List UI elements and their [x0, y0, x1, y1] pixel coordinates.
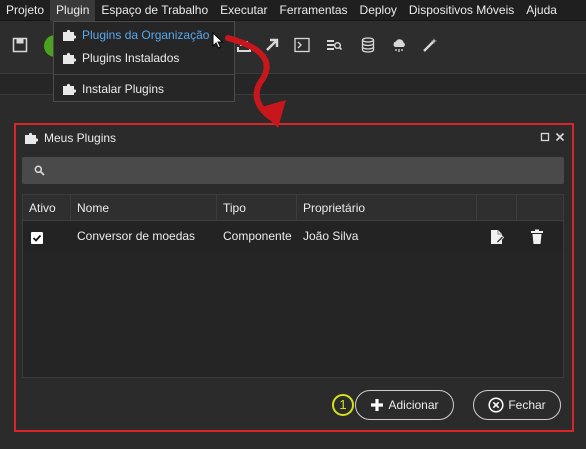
checkmark-icon [32, 234, 42, 242]
cell-tipo: Componente [223, 229, 292, 243]
menu-separator [54, 74, 234, 75]
column-header-delete [517, 195, 563, 221]
add-button[interactable]: Adicionar [355, 390, 454, 420]
menu-item-label: Plugins Instalados [82, 51, 180, 65]
cell-nome: Conversor de moedas [77, 229, 196, 243]
menu-ferramentas[interactable]: Ferramentas [274, 0, 354, 21]
mouse-cursor-icon [212, 32, 224, 49]
dialog-header: Meus Plugins [24, 128, 568, 148]
menu-item-instalar-plugins[interactable]: Instalar Plugins [54, 78, 234, 100]
annotation-arrow-icon [225, 35, 286, 128]
puzzle-icon [63, 52, 76, 64]
plugins-table: Ativo Nome Tipo Proprietário Conversor d… [22, 194, 564, 378]
menu-item-label: Plugins da Organização [82, 28, 210, 42]
dialog-title: Meus Plugins [44, 131, 117, 145]
active-checkbox[interactable] [31, 232, 43, 244]
menu-projeto[interactable]: Projeto [0, 0, 50, 21]
plugin-menu-dropdown: Plugins da Organização Plugins Instalado… [53, 21, 235, 102]
menu-espaco-de-trabalho[interactable]: Espaço de Trabalho [95, 0, 214, 21]
close-circle-icon [488, 397, 504, 413]
column-header-edit [477, 195, 517, 221]
column-header-tipo[interactable]: Tipo [217, 195, 297, 221]
menu-item-label: Instalar Plugins [82, 82, 165, 96]
plus-icon [371, 399, 384, 411]
edit-file-icon[interactable] [490, 229, 504, 245]
menu-plugin[interactable]: Plugin [50, 0, 96, 21]
menu-item-plugins-instalados[interactable]: Plugins Instalados [54, 47, 234, 69]
puzzle-icon [25, 132, 38, 144]
search-input[interactable] [22, 157, 564, 184]
menu-item-plugins-organizacao[interactable]: Plugins da Organização [54, 24, 234, 46]
database-icon[interactable] [360, 37, 376, 53]
menu-executar[interactable]: Executar [214, 0, 273, 21]
menu-dispositivos-moveis[interactable]: Dispositivos Móveis [403, 0, 520, 21]
maximize-icon[interactable] [540, 132, 550, 142]
add-button-label: Adicionar [388, 398, 439, 412]
menu-deploy[interactable]: Deploy [354, 0, 403, 21]
search-icon [34, 165, 45, 176]
column-header-ativo[interactable]: Ativo [23, 195, 71, 221]
search-list-icon[interactable] [326, 37, 342, 53]
trash-icon[interactable] [530, 229, 544, 245]
column-header-proprietario[interactable]: Proprietário [297, 195, 477, 221]
close-button[interactable]: Fechar [473, 390, 561, 420]
menu-bar: Projeto Plugin Espaço de Trabalho Execut… [0, 0, 586, 21]
column-header-nome[interactable]: Nome [71, 195, 217, 221]
save-icon[interactable] [12, 37, 28, 53]
magic-wand-icon[interactable] [422, 37, 438, 53]
step-badge: 1 [332, 394, 354, 416]
cloud-icon[interactable] [391, 37, 407, 53]
close-button-label: Fechar [508, 398, 546, 412]
table-row[interactable]: Conversor de moedas Componente João Silv… [23, 222, 563, 250]
puzzle-icon [63, 29, 76, 41]
close-icon[interactable] [555, 132, 565, 142]
table-header: Ativo Nome Tipo Proprietário [23, 195, 563, 221]
menu-ajuda[interactable]: Ajuda [520, 0, 563, 21]
cell-proprietario: João Silva [303, 229, 359, 243]
puzzle-icon [63, 83, 76, 95]
